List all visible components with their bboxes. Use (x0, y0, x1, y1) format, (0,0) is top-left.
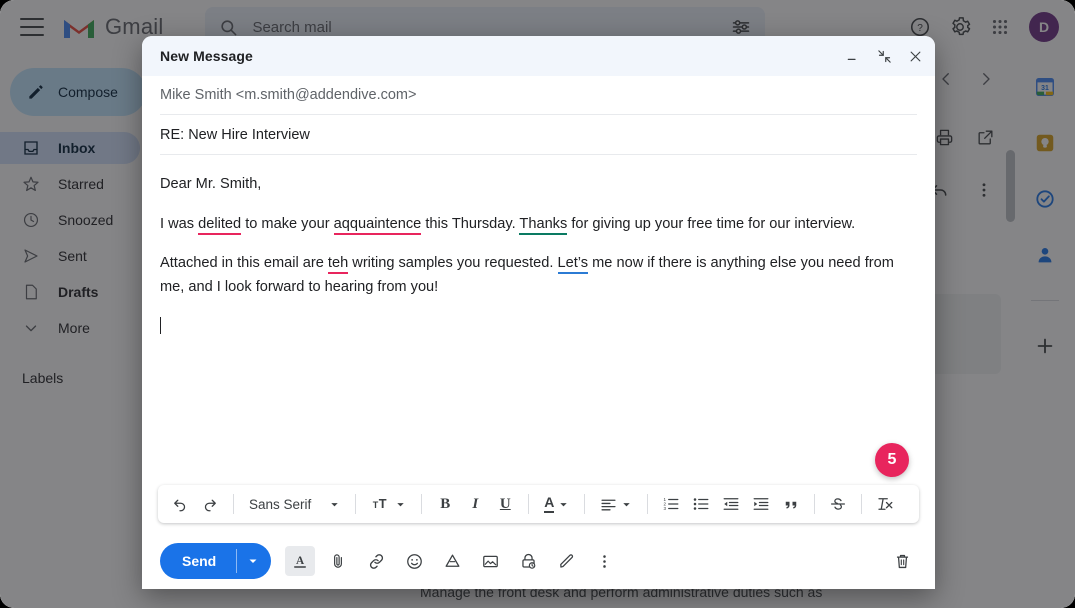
chevron-down-icon (558, 499, 569, 510)
compose-tool-icons: A (285, 546, 619, 576)
formatting-toolbar: Sans Serif T T B I U (158, 485, 919, 523)
recipient-field[interactable]: Mike Smith <m.smith@addendive.com> (160, 76, 917, 115)
body-cursor-line (160, 316, 917, 340)
spelling-error-teh[interactable]: teh (328, 255, 348, 274)
compose-title-bar: New Message (142, 36, 935, 76)
font-family-value: Sans Serif (249, 497, 311, 512)
trash-icon[interactable] (887, 546, 917, 576)
chevron-down-icon (395, 499, 406, 510)
grammar-suggestion-lets[interactable]: Let’s (558, 255, 589, 274)
quote-button[interactable] (777, 490, 805, 518)
bold-label: B (440, 496, 450, 513)
align-dropdown[interactable] (594, 490, 638, 518)
text-color-label: A (544, 495, 554, 512)
recipient-value: Mike Smith <m.smith@addendive.com> (160, 87, 416, 103)
emoji-icon[interactable] (399, 546, 429, 576)
confidential-mode-icon[interactable] (513, 546, 543, 576)
send-button[interactable]: Send (160, 553, 236, 569)
bold-button[interactable]: B (431, 490, 459, 518)
send-button-group: Send (160, 543, 271, 579)
toolbar-divider (584, 494, 585, 514)
font-family-dropdown[interactable]: Sans Serif (243, 490, 346, 518)
compose-window: New Message Mike Smith <m.smit (142, 36, 935, 589)
toolbar-divider (528, 494, 529, 514)
italic-label: I (472, 496, 478, 513)
subject-field[interactable]: RE: New Hire Interview (160, 115, 917, 155)
body-greeting: Dear Mr. Smith, (160, 173, 917, 197)
redo-icon[interactable] (196, 490, 224, 518)
spelling-error-delited[interactable]: delited (198, 216, 241, 235)
insert-link-icon[interactable] (361, 546, 391, 576)
greeting-text: Dear Mr. Smith, (160, 176, 261, 192)
p1-text-a: I was (160, 216, 198, 232)
compose-title: New Message (160, 48, 253, 64)
indent-less-button[interactable] (717, 490, 745, 518)
chevron-down-icon (329, 499, 340, 510)
bulleted-list-button[interactable] (687, 490, 715, 518)
toolbar-divider (355, 494, 356, 514)
undo-icon[interactable] (166, 490, 194, 518)
svg-text:A: A (296, 555, 305, 567)
subject-value: RE: New Hire Interview (160, 127, 310, 143)
toolbar-divider (861, 494, 862, 514)
minimize-icon[interactable] (845, 48, 861, 64)
toolbar-divider (421, 494, 422, 514)
p1-text-c: this Thursday. (421, 216, 519, 232)
svg-text:T: T (373, 500, 379, 510)
chevron-down-icon (621, 499, 632, 510)
font-size-icon: T T (371, 495, 391, 513)
close-icon[interactable] (908, 49, 923, 64)
italic-button[interactable]: I (461, 490, 489, 518)
send-options-button[interactable] (237, 555, 271, 567)
signature-pen-icon[interactable] (551, 546, 581, 576)
compose-action-bar: Send A (142, 533, 935, 589)
svg-text:3: 3 (664, 506, 667, 511)
more-options-icon[interactable] (589, 546, 619, 576)
body-paragraph-2: Attached in this email are teh writing s… (160, 252, 917, 299)
p2-text-b: writing samples you requested. (348, 255, 557, 271)
spelling-error-aqquaintence[interactable]: aqquaintence (334, 216, 422, 235)
align-left-icon (600, 496, 617, 513)
formatting-options-icon[interactable]: A (285, 546, 315, 576)
p1-text-b: to make your (241, 216, 333, 232)
indent-more-button[interactable] (747, 490, 775, 518)
message-body[interactable]: Dear Mr. Smith, I was delited to make yo… (142, 155, 935, 485)
toolbar-divider (814, 494, 815, 514)
chevron-down-icon (247, 555, 259, 567)
insert-image-icon[interactable] (475, 546, 505, 576)
google-drive-icon[interactable] (437, 546, 467, 576)
strikethrough-button[interactable] (824, 490, 852, 518)
underline-button[interactable]: U (491, 490, 519, 518)
text-color-dropdown[interactable]: A (538, 490, 575, 518)
remove-formatting-button[interactable] (871, 490, 899, 518)
compose-window-controls (845, 48, 923, 64)
p1-text-d: for giving up your free time for our int… (567, 216, 855, 232)
numbered-list-button[interactable]: 123 (657, 490, 685, 518)
svg-text:T: T (379, 496, 387, 511)
font-size-dropdown[interactable]: T T (365, 490, 412, 518)
toolbar-divider (647, 494, 648, 514)
p2-text-a: Attached in this email are (160, 255, 328, 271)
suggestion-count-badge[interactable]: 5 (875, 443, 909, 477)
gmail-app-window: Gmail Search mail (0, 0, 1075, 608)
toolbar-divider (233, 494, 234, 514)
clarity-suggestion-thanks[interactable]: Thanks (519, 216, 567, 235)
attach-file-icon[interactable] (323, 546, 353, 576)
exit-full-screen-icon[interactable] (877, 49, 892, 64)
text-cursor (160, 317, 161, 334)
body-paragraph-1: I was delited to make your aqquaintence … (160, 213, 917, 237)
underline-label: U (500, 496, 511, 513)
